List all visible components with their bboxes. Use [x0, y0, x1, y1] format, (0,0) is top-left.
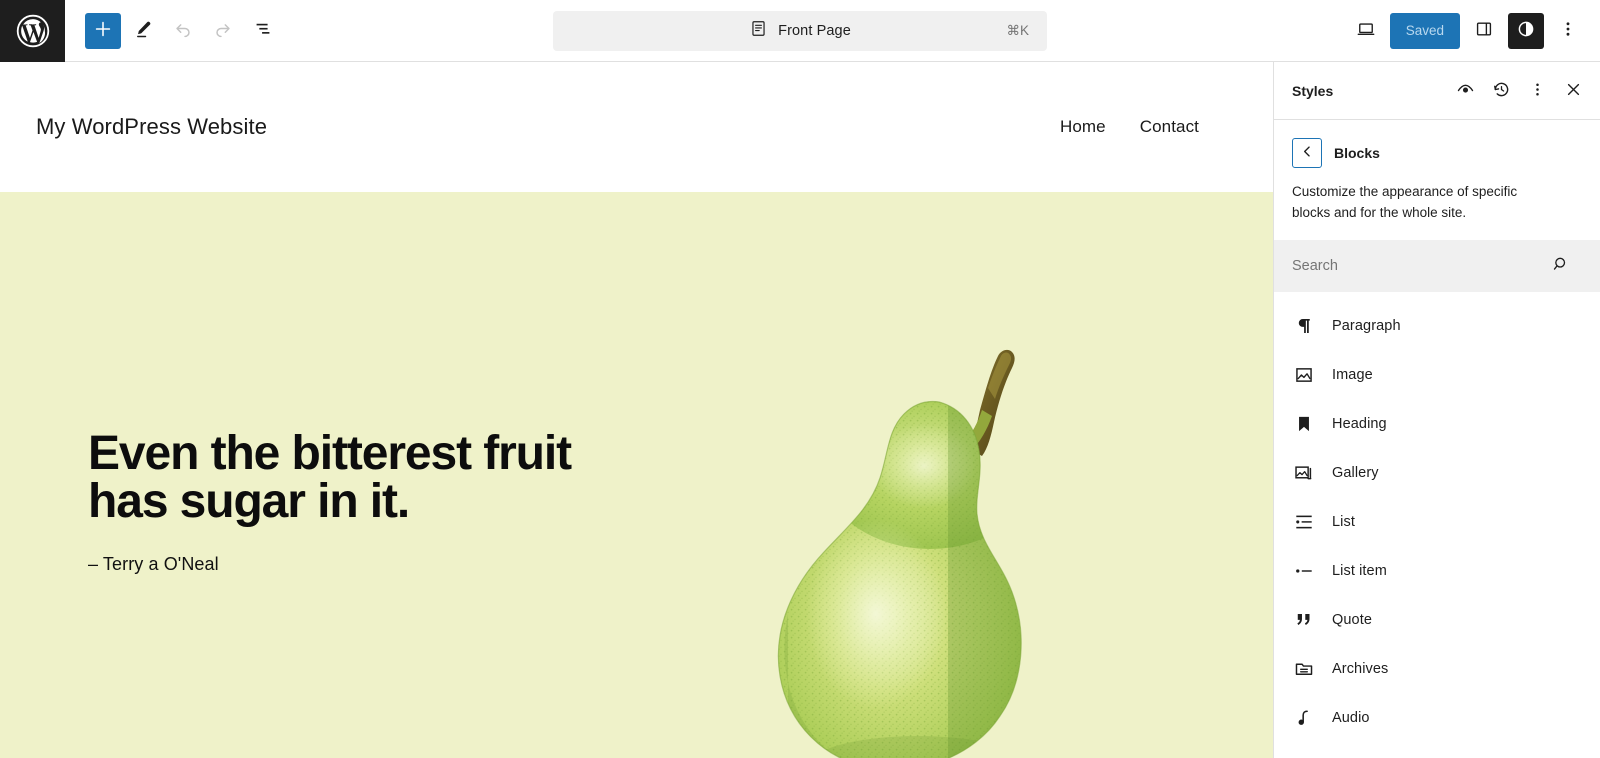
contrast-circle-icon — [1515, 18, 1537, 43]
command-shortcut-hint: ⌘K — [1006, 23, 1029, 38]
editor-options-button[interactable] — [1550, 13, 1586, 49]
block-item-list-item[interactable]: List item — [1274, 547, 1600, 596]
site-header-block[interactable]: My WordPress Website Home Contact — [0, 62, 1273, 192]
ellipsis-vertical-icon — [1527, 79, 1548, 103]
block-type-list: Paragraph Image Heading Gallery List Lis… — [1274, 292, 1600, 758]
block-label: Gallery — [1332, 465, 1379, 482]
block-label: Heading — [1332, 416, 1387, 433]
search-submit-button[interactable] — [1548, 253, 1574, 279]
hero-quote-text: Even the bitterest fruit has sugar in it… — [88, 427, 572, 528]
site-title: My WordPress Website — [36, 114, 268, 139]
chevron-left-icon — [1299, 143, 1316, 163]
block-search-field[interactable] — [1274, 239, 1600, 292]
audio-note-icon — [1292, 706, 1316, 730]
nav-link-home[interactable]: Home — [1060, 117, 1106, 137]
hero-section[interactable]: Even the bitterest fruit has sugar in it… — [0, 192, 1273, 758]
redo-icon — [212, 18, 234, 43]
ellipsis-vertical-icon — [1557, 18, 1579, 43]
search-input[interactable] — [1292, 257, 1548, 274]
block-item-paragraph[interactable]: Paragraph — [1274, 302, 1600, 351]
styles-section-description: Customize the appearance of specific blo… — [1292, 184, 1518, 220]
block-item-image[interactable]: Image — [1274, 351, 1600, 400]
styles-panel-title: Styles — [1292, 82, 1334, 99]
add-block-button[interactable] — [85, 12, 121, 49]
block-label: Quote — [1332, 612, 1372, 629]
gallery-icon — [1292, 461, 1316, 485]
desktop-icon — [1355, 18, 1377, 43]
hero-text-group: Even the bitterest fruit has sugar in it… — [88, 427, 572, 575]
pencil-icon — [132, 18, 154, 43]
eye-icon — [1455, 79, 1476, 103]
styles-panel-scroll[interactable]: Blocks Customize the appearance of speci… — [1274, 120, 1600, 758]
styles-section-title: Blocks — [1334, 145, 1380, 161]
heading-bookmark-icon — [1292, 412, 1316, 436]
block-label: Paragraph — [1332, 318, 1401, 335]
document-title-group: Front Page — [569, 19, 1031, 43]
style-book-button[interactable] — [1448, 74, 1482, 108]
wordpress-logo-button[interactable] — [0, 0, 65, 62]
settings-sidebar-toggle[interactable] — [1466, 13, 1502, 49]
archives-icon — [1292, 657, 1316, 681]
nav-link-contact[interactable]: Contact — [1140, 117, 1199, 137]
save-status-button[interactable]: Saved — [1389, 12, 1460, 49]
page-icon — [749, 19, 768, 43]
styles-breadcrumb-row: Blocks — [1274, 130, 1600, 174]
image-icon — [1292, 363, 1316, 387]
block-item-quote[interactable]: Quote — [1274, 596, 1600, 645]
toolbar-left-group — [65, 12, 281, 49]
site-navigation[interactable]: Home Contact — [1060, 117, 1237, 137]
document-overview-button[interactable] — [245, 13, 281, 49]
block-label: Image — [1332, 367, 1373, 384]
undo-button[interactable] — [165, 13, 201, 49]
redo-button[interactable] — [205, 13, 241, 49]
block-item-archives[interactable]: Archives — [1274, 645, 1600, 694]
block-label: List — [1332, 514, 1355, 531]
styles-sidebar: Styles Blocks Customize the appearance o… — [1273, 62, 1600, 758]
block-item-list[interactable]: List — [1274, 498, 1600, 547]
sidebar-icon — [1473, 18, 1495, 43]
list-item-icon — [1292, 559, 1316, 583]
plus-icon — [92, 18, 114, 43]
editor-body: My WordPress Website Home Contact Even t… — [0, 62, 1600, 758]
toolbar-right-group: Saved — [1348, 12, 1600, 49]
pear-illustration — [748, 314, 1088, 758]
site-editor-app: Front Page ⌘K Saved My WordPress Website… — [0, 0, 1600, 758]
document-title-bar[interactable]: Front Page ⌘K — [553, 11, 1047, 51]
revisions-button[interactable] — [1484, 74, 1518, 108]
styles-panel-actions — [1448, 74, 1590, 108]
revisions-clock-icon — [1491, 79, 1512, 103]
site-preview-canvas[interactable]: My WordPress Website Home Contact Even t… — [0, 62, 1273, 758]
list-view-icon — [252, 18, 274, 43]
close-icon — [1563, 79, 1584, 103]
edit-tool-button[interactable] — [125, 13, 161, 49]
undo-icon — [172, 18, 194, 43]
styles-back-button[interactable] — [1292, 138, 1322, 168]
styles-panel-header: Styles — [1274, 62, 1600, 120]
wordpress-logo-icon — [15, 13, 51, 49]
close-styles-panel-button[interactable] — [1556, 74, 1590, 108]
hero-citation: – Terry a O'Neal — [88, 554, 219, 574]
quote-icon — [1292, 608, 1316, 632]
styles-more-options-button[interactable] — [1520, 74, 1554, 108]
paragraph-icon — [1292, 314, 1316, 338]
document-title: Front Page — [778, 23, 851, 39]
editor-toolbar: Front Page ⌘K Saved — [0, 0, 1600, 62]
block-label: List item — [1332, 563, 1387, 580]
block-label: Audio — [1332, 710, 1370, 727]
list-icon — [1292, 510, 1316, 534]
device-preview-button[interactable] — [1348, 13, 1384, 49]
block-item-heading[interactable]: Heading — [1274, 400, 1600, 449]
block-item-gallery[interactable]: Gallery — [1274, 449, 1600, 498]
styles-toggle-button[interactable] — [1508, 12, 1544, 49]
search-icon — [1551, 254, 1571, 277]
block-label: Archives — [1332, 661, 1389, 678]
block-item-audio[interactable]: Audio — [1274, 694, 1600, 743]
